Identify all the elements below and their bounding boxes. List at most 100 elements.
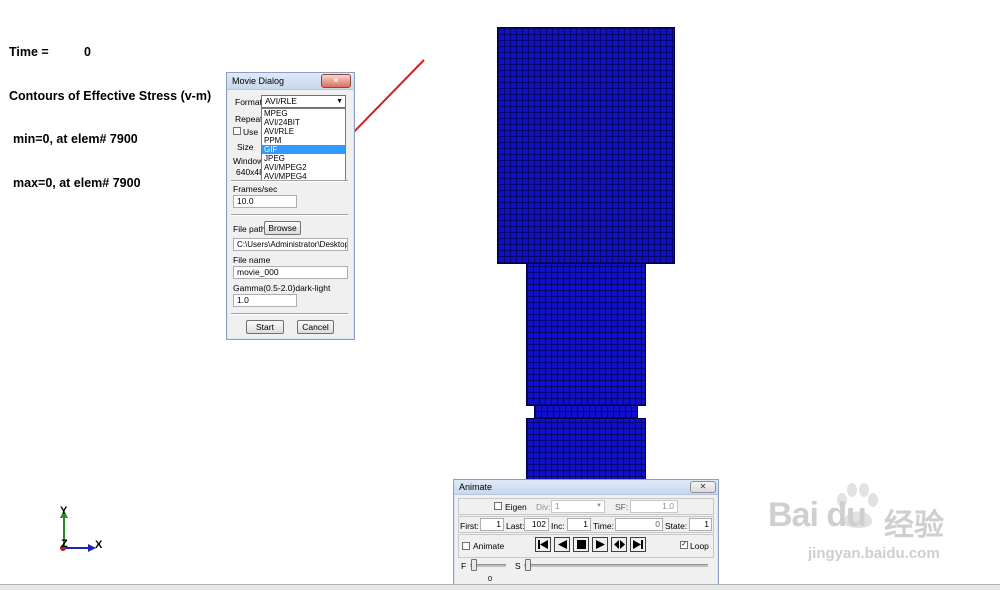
animate-dialog-titlebar[interactable]: Animate ✕ [454, 480, 718, 495]
s-slider-thumb[interactable] [525, 559, 531, 571]
format-option[interactable]: PPM [262, 136, 345, 145]
stop-icon[interactable] [573, 537, 589, 552]
inc-input[interactable]: 1 [567, 518, 591, 531]
div-value: 1 [555, 501, 560, 511]
last-value: 102 [531, 519, 546, 529]
bottom-toolbar-edge [0, 584, 1000, 590]
close-icon[interactable]: ✕ [690, 481, 716, 493]
watermark-url: jingyan.baidu.com [808, 545, 940, 562]
result-header: Time = 0 Contours of Effective Stress (v-… [9, 16, 211, 205]
format-label: Format [235, 97, 262, 107]
gamma-value: 1.0 [237, 295, 249, 305]
format-select[interactable]: AVI/RLE ▼ [261, 95, 346, 108]
close-icon[interactable]: ✕ [321, 74, 351, 88]
f-value: 0 [488, 574, 493, 583]
time-value: 0 [84, 45, 91, 59]
model-upper-block [497, 27, 675, 264]
format-option[interactable]: AVI/RLE [262, 127, 345, 136]
first-value: 1 [496, 519, 501, 529]
chevron-down-icon: ▼ [336, 98, 343, 105]
last-input[interactable]: 102 [524, 518, 549, 531]
sf-input[interactable]: 1.0 [630, 500, 678, 513]
format-option-selected[interactable]: GIF [262, 145, 345, 154]
last-label: Last: [506, 521, 525, 531]
model-notch [534, 405, 638, 419]
s-label: S [515, 561, 521, 571]
bounce-icon[interactable] [611, 537, 627, 552]
state-label: State: [665, 521, 688, 531]
max-line: max=0, at elem# 7900 [13, 175, 141, 190]
animate-checkbox[interactable] [462, 542, 470, 550]
filepath-value: C:\Users\Administrator\Desktop [237, 240, 348, 249]
format-dropdown-list[interactable]: MPEG AVI/24BIT AVI/RLE PPM GIF JPEG AVI/… [261, 108, 346, 182]
use-checkbox[interactable] [233, 127, 241, 135]
sf-label: SF: [615, 502, 629, 512]
start-button[interactable]: Start [246, 320, 284, 334]
min-line: min=0, at elem# 7900 [13, 132, 138, 146]
loop-checkbox[interactable]: ✓ [680, 541, 688, 549]
time-label-anim: Time: [593, 521, 614, 531]
model-middle-shaft [526, 263, 646, 406]
state-input[interactable]: 1 [689, 518, 712, 531]
repeat-label: Repeat [235, 114, 263, 124]
step-back-icon[interactable] [554, 537, 570, 552]
animate-dialog-title: Animate [459, 482, 493, 492]
format-value: AVI/RLE [265, 96, 297, 106]
format-option[interactable]: AVI/MPEG2 [262, 163, 345, 172]
size-label: Size [237, 142, 254, 152]
first-input[interactable]: 1 [480, 518, 504, 531]
inc-value: 1 [583, 519, 588, 529]
skip-to-end-icon[interactable] [630, 537, 646, 552]
model-lower-shaft [526, 418, 646, 484]
axis-z-label: Z [61, 538, 68, 550]
div-select[interactable]: 1 ▼ [551, 500, 605, 513]
browse-button[interactable]: Browse [264, 221, 301, 235]
inc-label: Inc: [551, 521, 565, 531]
f-label: F [461, 561, 467, 571]
axis-y-label: Y [60, 505, 68, 517]
frames-label: Frames/sec [233, 184, 278, 194]
format-option[interactable]: AVI/24BIT [262, 118, 345, 127]
s-slider-track[interactable] [524, 564, 708, 567]
watermark-cn: 经验 [884, 509, 944, 542]
playback-controls [535, 537, 650, 553]
cancel-button[interactable]: Cancel [297, 320, 334, 334]
eigen-checkbox[interactable] [494, 502, 502, 510]
loop-label: Loop [690, 541, 709, 551]
contours-title: Contours of Effective Stress (v-m) [9, 88, 212, 103]
time-value-anim: 0 [655, 519, 660, 529]
frames-value: 10.0 [237, 196, 254, 206]
eigen-label: Eigen [505, 502, 527, 512]
window-size-value: 640x48 [236, 167, 264, 177]
filepath-input[interactable]: C:\Users\Administrator\Desktop [233, 238, 348, 251]
frames-input[interactable]: 10.0 [233, 195, 297, 208]
axis-x-label: X [95, 539, 103, 551]
f-slider-thumb[interactable] [471, 559, 477, 571]
skip-to-start-icon[interactable] [535, 537, 551, 552]
state-value: 1 [704, 519, 709, 529]
format-option[interactable]: JPEG [262, 154, 345, 163]
watermark-brand: Bai du [768, 496, 867, 534]
animate-dialog: Animate ✕ Eigen Div: 1 ▼ SF: 1.0 First: … [453, 479, 719, 589]
play-icon[interactable] [592, 537, 608, 552]
movie-dialog: Movie Dialog ✕ Format AVI/RLE ▼ Repeat U… [226, 72, 355, 340]
time-input[interactable]: 0 [615, 518, 663, 531]
window-label: Window [233, 156, 264, 166]
sf-value: 1.0 [662, 501, 674, 511]
chevron-down-icon: ▼ [596, 503, 602, 509]
animate-label: Animate [473, 541, 505, 551]
divider [231, 313, 348, 315]
divider [231, 180, 348, 182]
gamma-input[interactable]: 1.0 [233, 294, 297, 307]
format-option[interactable]: MPEG [262, 109, 345, 118]
movie-dialog-title: Movie Dialog [232, 76, 285, 86]
time-label: Time = [9, 45, 49, 59]
filename-value: movie_000 [237, 267, 279, 277]
filepath-label: File path [233, 224, 266, 234]
filename-label: File name [233, 255, 271, 265]
divider [231, 214, 348, 216]
movie-dialog-titlebar[interactable]: Movie Dialog ✕ [227, 73, 354, 90]
div-label: Div: [536, 502, 551, 512]
gamma-label: Gamma(0.5-2.0)dark-light [233, 283, 331, 293]
filename-input[interactable]: movie_000 [233, 266, 348, 279]
